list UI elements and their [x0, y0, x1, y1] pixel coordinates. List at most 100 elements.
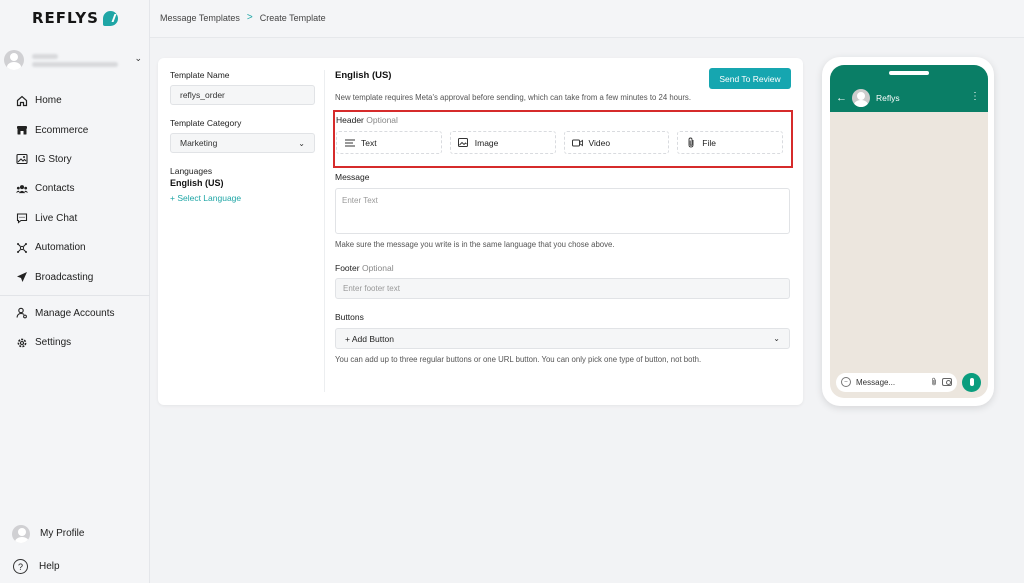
header-type-options: Text Image Video File	[336, 131, 791, 154]
emoji-icon: ⌣	[841, 377, 851, 387]
back-arrow-icon: ←	[836, 92, 847, 104]
chevron-down-icon: ⌄	[298, 138, 305, 148]
help-link[interactable]: ? Help	[0, 550, 150, 583]
paperclip-icon	[931, 377, 937, 388]
sidebar-item-label: Contacts	[35, 183, 75, 195]
avatar	[4, 50, 24, 70]
header-option-label: Video	[588, 137, 611, 148]
footer-label-text: Footer	[335, 263, 360, 273]
footer-label: Footer Optional	[335, 263, 394, 273]
sidebar-item-label: Automation	[35, 242, 86, 254]
header-option-label: File	[702, 137, 716, 148]
message-textarea[interactable]: Enter Text	[335, 188, 790, 234]
sidebar-bottom: My Profile ? Help	[0, 517, 150, 583]
sidebar-item-ecommerce[interactable]: Ecommerce	[0, 115, 150, 144]
chat-icon	[16, 212, 28, 224]
header-option-label: Text	[361, 137, 377, 148]
sidebar-item-label: Home	[35, 95, 62, 107]
optional-tag: Optional	[366, 115, 398, 125]
select-language-link[interactable]: + Select Language	[170, 193, 315, 203]
add-button-select[interactable]: + Add Button ⌄	[335, 328, 790, 349]
my-profile-link[interactable]: My Profile	[0, 517, 150, 550]
template-category-select[interactable]: Marketing ⌄	[170, 133, 315, 153]
chevron-down-icon: ⌄	[773, 334, 780, 343]
header-option-video[interactable]: Video	[563, 131, 670, 154]
camera-icon	[942, 378, 952, 386]
template-name-input[interactable]: reflys_order	[170, 85, 315, 105]
phone-notch	[889, 71, 929, 75]
languages-label: Languages	[170, 166, 213, 176]
home-icon	[16, 95, 28, 107]
send-to-review-button[interactable]: Send To Review	[709, 68, 791, 89]
sidebar-item-label: Manage Accounts	[35, 307, 115, 319]
whatsapp-preview-phone: ← Reflys ⋮ ⌣ Message...	[822, 57, 994, 406]
chat-header: ← Reflys ⋮	[830, 65, 988, 112]
sidebar-item-ig-story[interactable]: IG Story	[0, 145, 150, 174]
help-label: Help	[39, 561, 60, 572]
send-icon	[16, 271, 28, 283]
header-option-file[interactable]: File	[677, 131, 783, 154]
chevron-right-icon: >	[246, 12, 253, 23]
store-icon	[16, 124, 28, 136]
redacted-line	[32, 61, 118, 67]
buttons-help-text: You can add up to three regular buttons …	[335, 355, 702, 364]
header-option-text[interactable]: Text	[336, 131, 442, 154]
breadcrumb: Message Templates > Create Template	[160, 12, 326, 23]
chevron-down-icon[interactable]: ⌄	[134, 53, 142, 64]
sidebar-item-automation[interactable]: Automation	[0, 233, 150, 262]
approval-note: New template requires Meta's approval be…	[335, 93, 691, 102]
template-form-card: Template Name reflys_order Template Cate…	[158, 58, 803, 405]
template-settings: Template Name reflys_order Template Cate…	[170, 70, 315, 203]
message-label: Message	[335, 172, 370, 182]
text-lines-icon	[344, 138, 355, 147]
paperclip-icon	[685, 137, 696, 148]
template-category-value: Marketing	[180, 138, 218, 148]
add-button-value: + Add Button	[345, 333, 394, 344]
template-category-label: Template Category	[170, 118, 242, 128]
header-option-image[interactable]: Image	[449, 131, 556, 154]
buttons-label: Buttons	[335, 312, 364, 322]
sidebar-item-manage-accounts[interactable]: Manage Accounts	[0, 299, 150, 328]
brand-mark-icon	[102, 10, 118, 26]
template-name-label: Template Name	[170, 70, 230, 80]
sidebar: REFLYS ⌄ Home Ecommerce IG Story Contact…	[0, 0, 150, 583]
sidebar-item-broadcasting[interactable]: Broadcasting	[0, 262, 150, 291]
chat-input-row: ⌣ Message...	[836, 371, 984, 393]
divider	[0, 294, 150, 296]
sidebar-item-label: Settings	[35, 337, 72, 349]
gear-icon	[16, 337, 28, 349]
breadcrumb-parent[interactable]: Message Templates	[160, 13, 240, 23]
selected-language[interactable]: English (US)	[170, 178, 315, 188]
account-name-redacted	[32, 51, 118, 70]
sidebar-nav: Home Ecommerce IG Story Contacts Live Ch…	[0, 86, 150, 358]
sidebar-item-settings[interactable]: Settings	[0, 328, 150, 357]
more-vertical-icon: ⋮	[970, 91, 980, 102]
automation-icon	[16, 242, 28, 254]
header-section-highlight: Header Optional Text Image Video File	[333, 110, 793, 168]
image-icon	[458, 138, 469, 147]
chat-input-placeholder: Message...	[856, 377, 896, 387]
sidebar-item-label: Live Chat	[35, 212, 78, 224]
help-icon: ?	[13, 559, 28, 574]
avatar	[12, 524, 30, 543]
message-help-text: Make sure the message you write is in th…	[335, 240, 615, 249]
redacted-line	[32, 53, 58, 59]
account-switcher[interactable]: ⌄	[4, 46, 146, 74]
video-icon	[571, 139, 583, 147]
my-profile-label: My Profile	[40, 528, 85, 539]
header-label-text: Header	[336, 115, 364, 125]
sidebar-item-contacts[interactable]: Contacts	[0, 174, 150, 203]
header-option-label: Image	[474, 137, 499, 148]
sidebar-item-live-chat[interactable]: Live Chat	[0, 204, 150, 233]
footer-input[interactable]: Enter footer text	[335, 278, 790, 299]
topbar: Message Templates > Create Template	[150, 0, 1024, 38]
users-icon	[16, 183, 28, 195]
chat-message-input: ⌣ Message...	[836, 372, 957, 392]
sidebar-item-home[interactable]: Home	[0, 86, 150, 115]
phone-screen: ← Reflys ⋮ ⌣ Message...	[830, 65, 988, 398]
brand-logo[interactable]: REFLYS	[32, 9, 118, 27]
contact-name: Reflys	[876, 93, 900, 103]
avatar	[852, 89, 870, 107]
template-editor: English (US) Send To Review New template…	[333, 68, 793, 364]
sidebar-item-label: Broadcasting	[35, 271, 94, 283]
